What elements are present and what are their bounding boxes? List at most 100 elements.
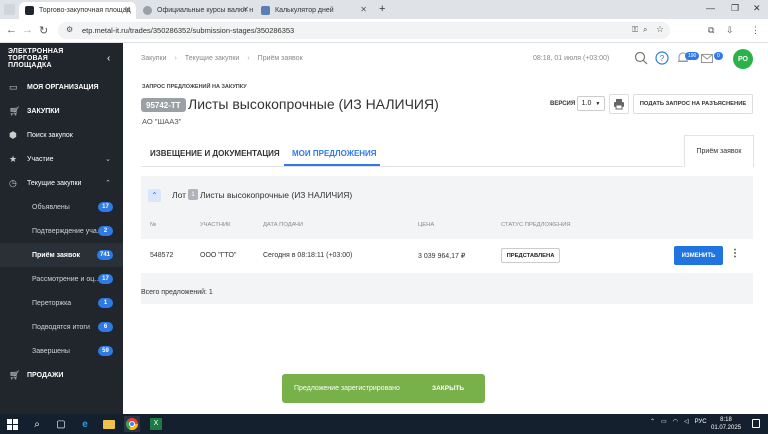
breadcrumb-item[interactable]: Приём заявок bbox=[258, 55, 303, 62]
url-input[interactable]: ⚙ etp.metal-it.ru/trades/350286352/submi… bbox=[58, 22, 670, 39]
minimize-button[interactable]: — bbox=[706, 3, 715, 13]
sidebar-item-purchases[interactable]: 🛒︎ ЗАКУПКИ bbox=[0, 99, 123, 123]
breadcrumb-item[interactable]: Текущие закупки bbox=[185, 55, 239, 62]
version-select[interactable]: 1.0 ▼ bbox=[577, 96, 605, 111]
sidebar-item-label: Рассмотрение и оц... bbox=[32, 275, 101, 283]
new-tab-button[interactable]: + bbox=[379, 3, 385, 15]
search-icon[interactable] bbox=[634, 51, 648, 65]
chevron-up-icon[interactable]: ⌃ bbox=[148, 189, 161, 202]
tab-my-offers[interactable]: МОИ ПРЕДЛОЖЕНИЯ bbox=[292, 149, 377, 158]
submission-date: Сегодня в 08:18:11 (+03:00) bbox=[263, 252, 353, 259]
download-icon[interactable]: ⇩ bbox=[726, 25, 734, 36]
chevron-up-icon: ⌃ bbox=[105, 180, 111, 187]
chrome-logo-icon bbox=[126, 418, 138, 430]
zoom-icon[interactable]: ⌕ bbox=[643, 25, 647, 35]
lot-panel: ⌃ Лот 1 Листы высокопрочные (ИЗ НАЛИЧИЯ)… bbox=[141, 176, 753, 304]
edge-icon[interactable]: e bbox=[77, 416, 93, 432]
logo[interactable]: электронная торговая площадка bbox=[8, 48, 63, 69]
browser-tab-2[interactable]: Официальные курсы валют н ✕ bbox=[137, 2, 254, 19]
sidebar-item-announced[interactable]: Объявлены 17 bbox=[0, 195, 123, 219]
sidebar-item-label: Переторжка bbox=[32, 299, 72, 307]
breadcrumb-item[interactable]: Закупки bbox=[141, 55, 167, 62]
task-view-icon[interactable]: ▢ bbox=[53, 416, 69, 432]
sidebar-item-label: ПРОДАЖИ bbox=[27, 371, 64, 379]
ask-clarification-button[interactable]: ПОДАТЬ ЗАПРОС НА РАЗЪЯСНЕНИЕ bbox=[633, 94, 753, 114]
organization-name[interactable]: АО "ШААЗ" bbox=[142, 117, 181, 126]
sidebar-item-confirmation[interactable]: Подтверждение уча... 2 bbox=[0, 219, 123, 243]
forward-icon[interactable]: → bbox=[22, 24, 33, 36]
reload-icon[interactable]: ↻ bbox=[39, 24, 48, 37]
sidebar-item-label: Объявлены bbox=[32, 203, 70, 211]
sidebar-item-participation[interactable]: ★ Участие ⌄ bbox=[0, 147, 123, 171]
sidebar-item-reception[interactable]: Приём заявок 741 bbox=[0, 243, 123, 267]
help-icon[interactable]: ? bbox=[655, 51, 669, 65]
clock-date: 01.07.2025 bbox=[711, 425, 742, 431]
sidebar-item-review[interactable]: Рассмотрение и оц... 17 bbox=[0, 267, 123, 291]
clock-time: 8:18 bbox=[720, 417, 732, 423]
toast-message: Предложение зарегистрировано bbox=[294, 385, 400, 392]
sidebar-item-current[interactable]: ◷ Текущие закупки ⌃ bbox=[0, 171, 123, 195]
window-close-button[interactable]: ✕ bbox=[753, 3, 761, 14]
avatar[interactable]: РО bbox=[733, 49, 753, 69]
count-badge: 59 bbox=[98, 346, 113, 356]
clock[interactable]: 8:18 01.07.2025 bbox=[711, 416, 741, 432]
edit-button[interactable]: ИЗМЕНИТЬ bbox=[674, 246, 723, 265]
sidebar-item-rebidding[interactable]: Переторжка 1 bbox=[0, 291, 123, 315]
close-icon[interactable]: ✕ bbox=[242, 5, 249, 14]
main-content: Закупки › Текущие закупки › Приём заявок… bbox=[123, 43, 768, 414]
folder-icon[interactable] bbox=[101, 416, 117, 432]
cart-icon: 🛒︎ bbox=[9, 369, 21, 380]
lot-label: Лот bbox=[172, 190, 187, 200]
total-offers: Всего предложений: 1 bbox=[141, 289, 213, 296]
menu-icon[interactable]: ⋮ bbox=[751, 25, 760, 36]
back-icon[interactable]: ← bbox=[6, 24, 17, 36]
table-row: 548572 ООО "ГТО" Сегодня в 08:18:11 (+03… bbox=[141, 239, 753, 273]
collapse-sidebar-icon[interactable]: ‹ bbox=[107, 53, 110, 64]
version-label: ВЕРСИЯ bbox=[550, 101, 576, 107]
print-button[interactable] bbox=[609, 94, 629, 114]
system-tray: ⌃ ▭ ◠ ◁ РУС bbox=[650, 418, 707, 426]
mail-icon[interactable] bbox=[700, 51, 714, 65]
extensions-icon[interactable]: ⧉ bbox=[708, 25, 714, 36]
keyboard-language[interactable]: РУС bbox=[695, 419, 707, 425]
logo-line: торговая bbox=[8, 55, 48, 62]
network-icon[interactable]: ▭ bbox=[661, 418, 667, 425]
sidebar-item-my-organization[interactable]: ▭ МОЯ ОРГАНИЗАЦИЯ bbox=[0, 75, 123, 99]
globe-icon bbox=[143, 6, 152, 15]
notifications-icon[interactable] bbox=[752, 419, 760, 428]
close-icon[interactable]: ✕ bbox=[124, 5, 131, 14]
procurement-type-label: ЗАПРОС ПРЕДЛОЖЕНИЙ НА ЗАКУПКУ bbox=[142, 84, 247, 90]
site-info-icon[interactable]: ⚙ bbox=[66, 25, 73, 34]
browser-tab-1[interactable]: Торгово-закупочная площад ✕ bbox=[19, 2, 136, 19]
sidebar-item-completed[interactable]: Завершены 59 bbox=[0, 339, 123, 363]
tab-search-icon[interactable] bbox=[4, 4, 15, 15]
sidebar: электронная торговая площадка ‹ ▭ МОЯ ОР… bbox=[0, 43, 123, 414]
wifi-icon[interactable]: ◠ bbox=[673, 418, 678, 425]
browser-tab-3[interactable]: Калькулятор дней ✕ bbox=[255, 2, 372, 19]
maximize-button[interactable]: ❐ bbox=[731, 3, 739, 14]
sidebar-item-sales[interactable]: 🛒︎ ПРОДАЖИ bbox=[0, 363, 123, 387]
tab-reception[interactable]: Приём заявок bbox=[684, 135, 754, 167]
tab-notice[interactable]: ИЗВЕЩЕНИЕ И ДОКУМЕНТАЦИЯ bbox=[150, 149, 280, 158]
chevron-up-icon[interactable]: ⌃ bbox=[650, 418, 655, 425]
breadcrumb-separator: › bbox=[174, 55, 177, 62]
lot-name: Листы высокопрочные (ИЗ НАЛИЧИЯ) bbox=[200, 190, 353, 200]
search-icon[interactable]: ⌕ bbox=[29, 416, 45, 432]
close-icon[interactable]: ✕ bbox=[360, 5, 367, 14]
excel-icon[interactable]: X bbox=[148, 416, 164, 432]
lot-number-badge: 1 bbox=[188, 189, 198, 200]
browser-tab-bar: Торгово-закупочная площад ✕ Официальные … bbox=[0, 0, 768, 19]
count-badge: 17 bbox=[98, 274, 113, 284]
key-icon[interactable]: ⚿ bbox=[632, 25, 638, 35]
bookmark-star-icon[interactable]: ☆ bbox=[656, 24, 664, 35]
windows-start-icon[interactable] bbox=[4, 416, 20, 432]
sidebar-item-search[interactable]: ⬢ Поиск закупок bbox=[0, 123, 123, 147]
more-options-icon[interactable]: ⋮ bbox=[730, 248, 740, 259]
volume-icon[interactable]: ◁ bbox=[684, 418, 689, 425]
browser-tab-title: Торгово-закупочная площад bbox=[39, 7, 131, 14]
toast-close-button[interactable]: ЗАКРЫТЬ bbox=[432, 385, 464, 392]
sidebar-item-results[interactable]: Подводятся итоги 6 bbox=[0, 315, 123, 339]
browser-tab-title: Калькулятор дней bbox=[275, 7, 334, 14]
chrome-icon[interactable] bbox=[124, 416, 140, 432]
sidebar-item-label: Подводятся итоги bbox=[32, 323, 90, 331]
